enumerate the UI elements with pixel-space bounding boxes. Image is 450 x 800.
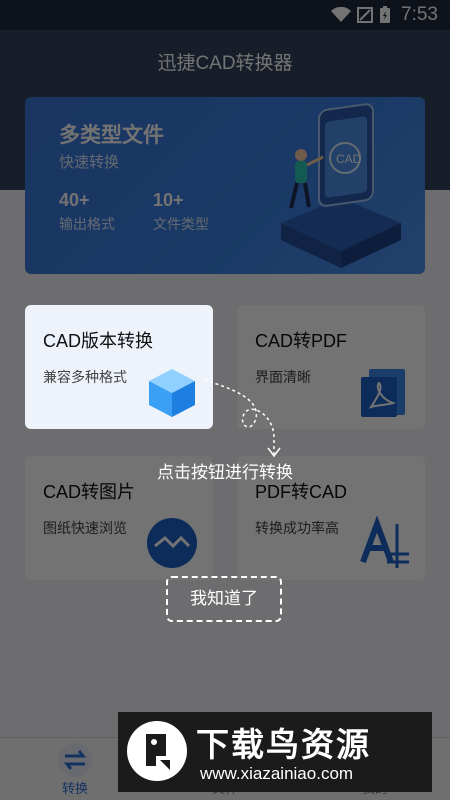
guide-tip-text: 点击按钮进行转换 bbox=[157, 463, 293, 483]
banner-title: 多类型文件 bbox=[59, 123, 164, 147]
stat-output-label: 输出格式 bbox=[59, 217, 115, 233]
status-bar: 7:53 bbox=[0, 0, 450, 30]
nav-label: 转换 bbox=[61, 782, 88, 797]
image-wave-icon bbox=[147, 518, 197, 568]
watermark-title: 下载鸟资源 bbox=[196, 725, 371, 764]
nav-convert[interactable]: 转换 bbox=[30, 738, 120, 800]
convert-icon bbox=[58, 743, 92, 777]
banner-subtitle: 快速转换 bbox=[59, 153, 120, 171]
stat-type-label: 文件类型 bbox=[153, 217, 209, 233]
pdf-icon bbox=[361, 369, 405, 417]
signal-icon bbox=[357, 7, 374, 23]
wifi-icon bbox=[331, 7, 352, 22]
card-title: CAD转PDF bbox=[255, 331, 348, 351]
status-icons: 7:53 bbox=[331, 4, 438, 26]
stat-output-number: 40+ bbox=[59, 190, 90, 210]
app-title: 迅捷CAD转换器 bbox=[157, 53, 293, 74]
guide-arrow bbox=[203, 379, 281, 458]
phone-illustration: CAD bbox=[281, 103, 401, 268]
got-it-button[interactable]: 我知道了 bbox=[166, 576, 282, 622]
cad-letter-icon bbox=[360, 516, 409, 568]
card-subtitle: 兼容多种格式 bbox=[43, 370, 127, 386]
watermark: 下载鸟资源 www.xiazainiao.com bbox=[118, 712, 432, 792]
phone-screen-text: CAD bbox=[336, 152, 362, 166]
cube-icon bbox=[149, 369, 195, 417]
battery-icon bbox=[380, 6, 391, 23]
promo-banner[interactable]: 多类型文件 快速转换 40+ 输出格式 10+ 文件类型 CAD bbox=[25, 97, 425, 274]
card-subtitle: 转换成功率高 bbox=[255, 521, 339, 537]
bird-logo-icon bbox=[127, 721, 187, 781]
card-subtitle: 图纸快速浏览 bbox=[43, 521, 127, 537]
card-title: CAD版本转换 bbox=[43, 331, 154, 351]
guide-spotlight[interactable]: CAD版本转换 兼容多种格式 bbox=[25, 305, 213, 429]
status-time: 7:53 bbox=[401, 4, 438, 25]
watermark-url: www.xiazainiao.com bbox=[200, 764, 354, 783]
stat-type-number: 10+ bbox=[153, 190, 184, 210]
